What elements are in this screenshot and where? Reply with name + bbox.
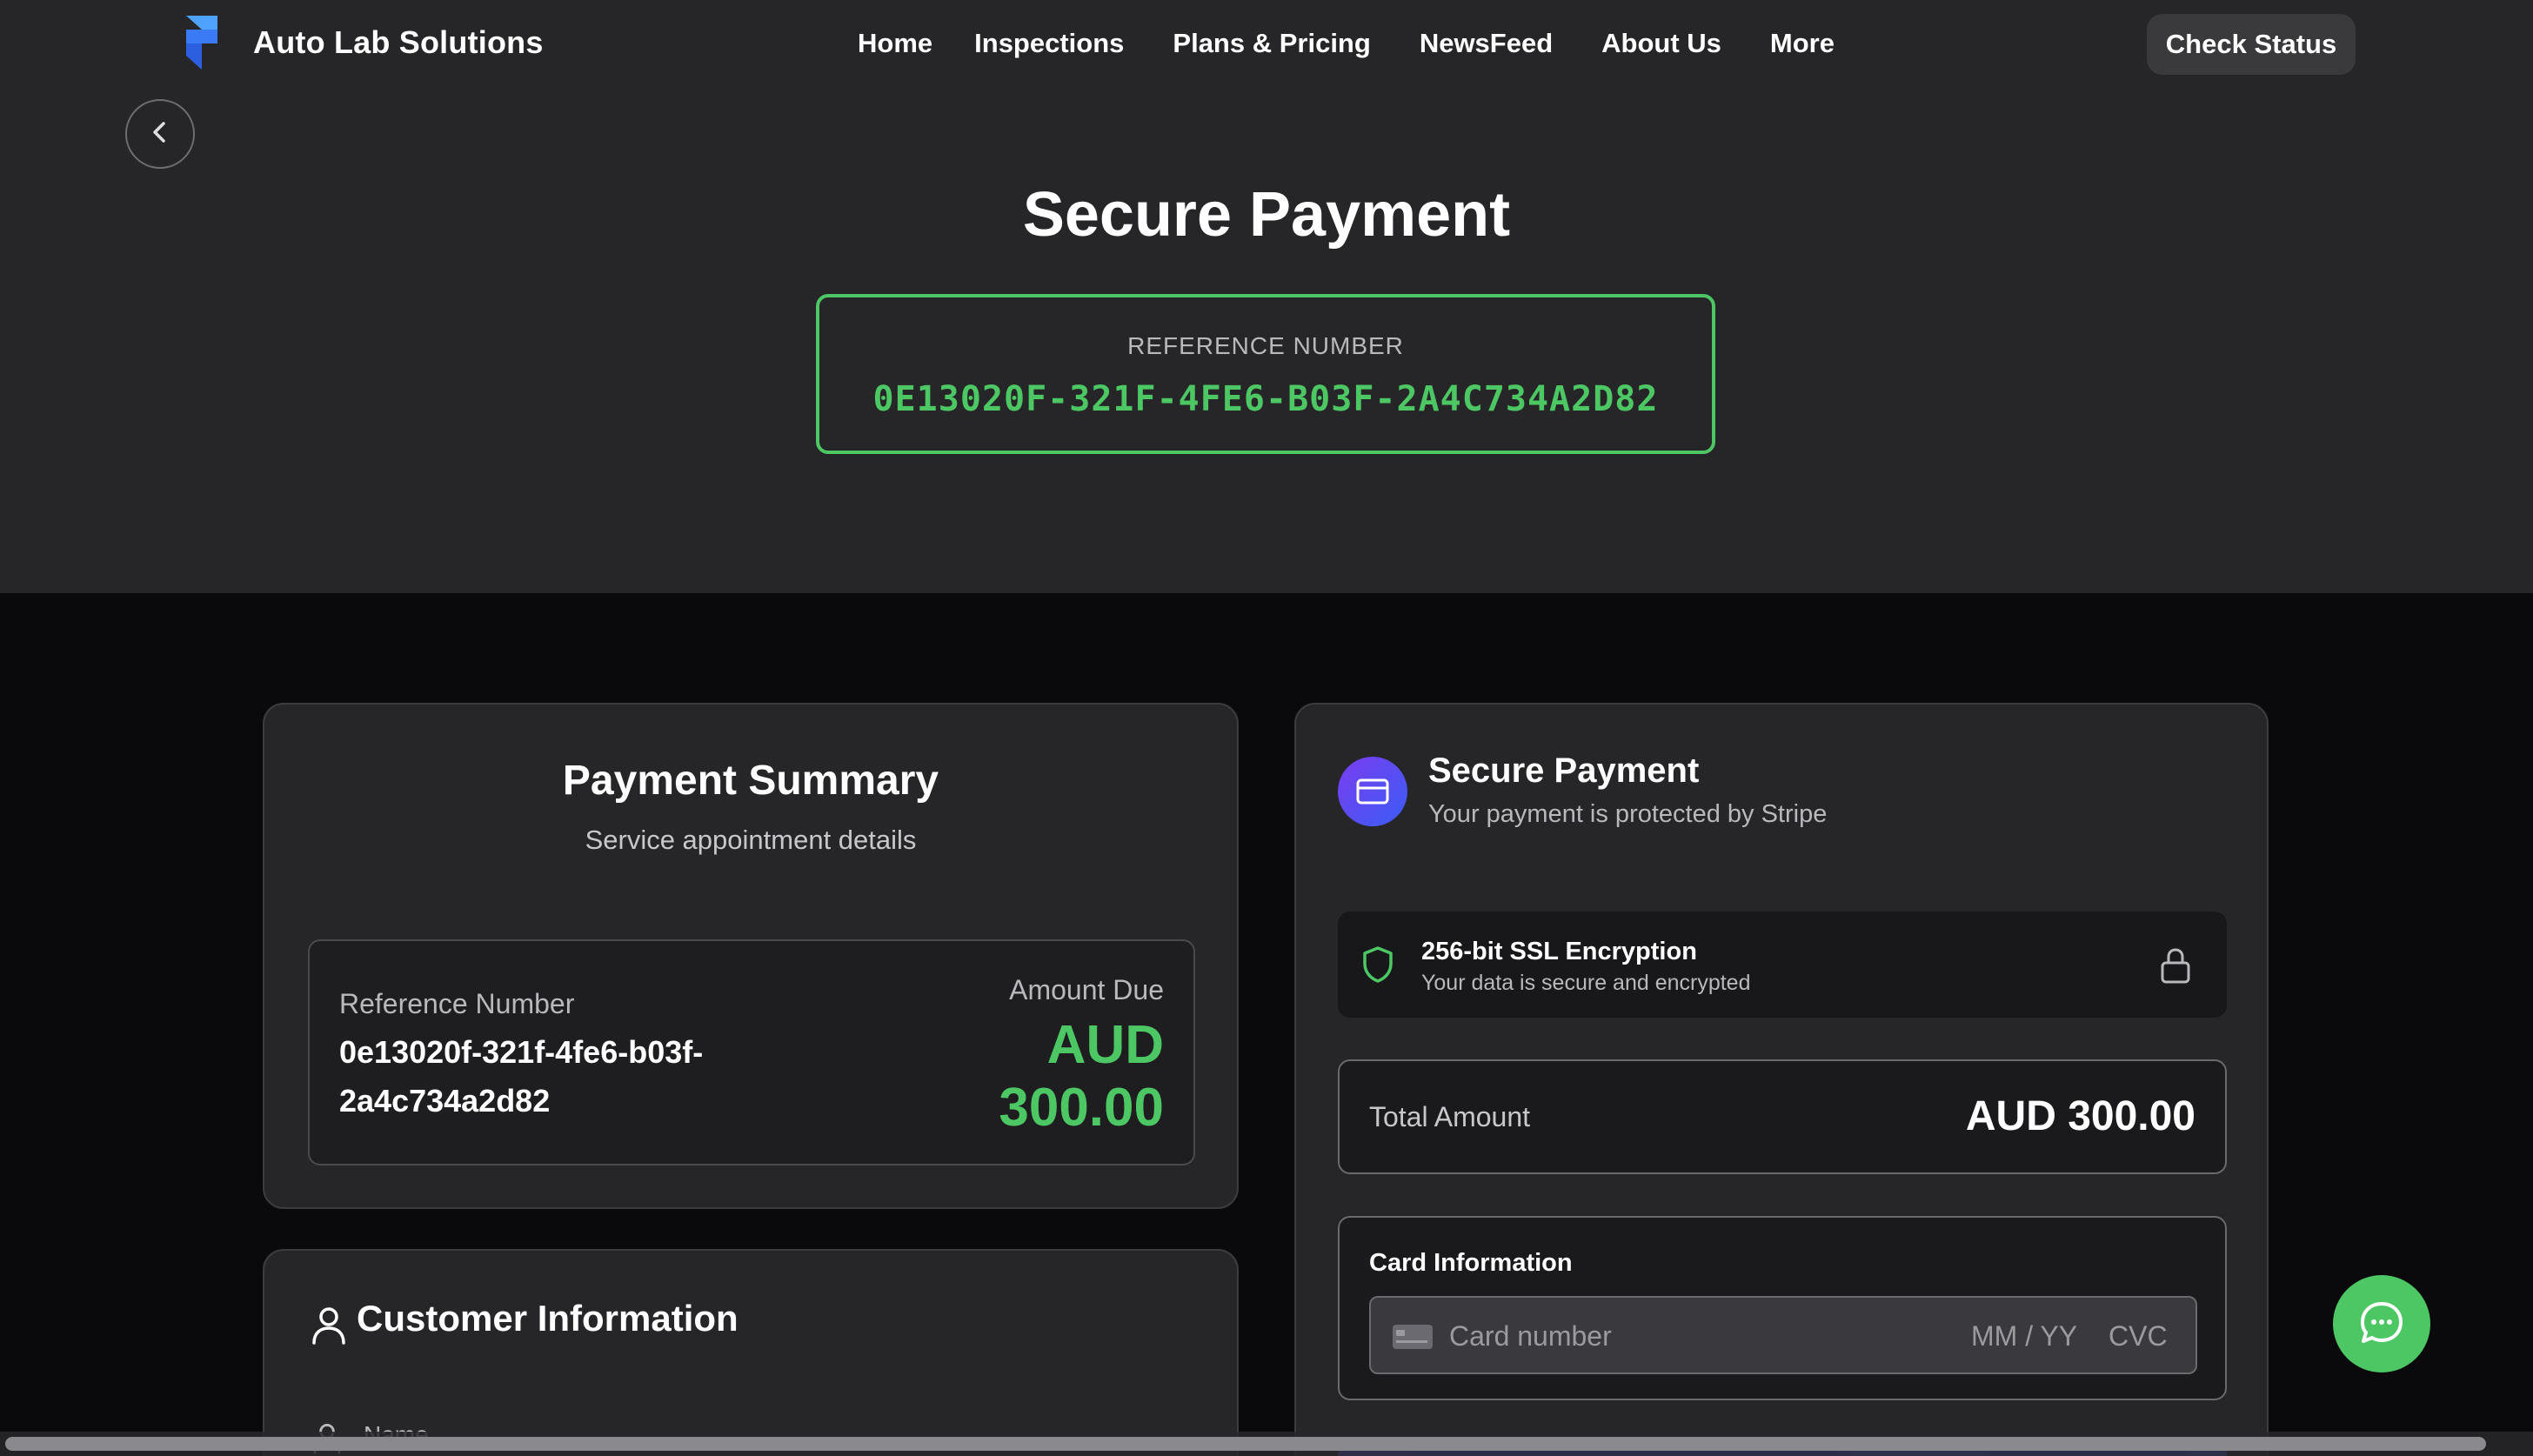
- nav-plans-pricing[interactable]: Plans & Pricing: [1173, 28, 1370, 59]
- summary-title: Payment Summary: [562, 758, 939, 804]
- reference-label: REFERENCE NUMBER: [1127, 332, 1404, 359]
- lock-icon: [2159, 946, 2192, 985]
- chevron-left-icon: [147, 119, 173, 150]
- amount-due-value: AUD 300.00: [903, 1014, 1164, 1139]
- ssl-subtitle: Your data is secure and encrypted: [1421, 971, 1751, 995]
- amount-currency: AUD: [1046, 1015, 1164, 1075]
- back-button[interactable]: [125, 99, 195, 169]
- chat-button[interactable]: [2333, 1275, 2430, 1373]
- reference-value: 0E13020F-321F-4FE6-B03F-2A4C734A2D82: [872, 379, 1659, 419]
- card-information-section: Card Information Card number MM / YY CVC: [1338, 1216, 2227, 1400]
- ssl-title: 256-bit SSL Encryption: [1421, 938, 1697, 965]
- page-title: Secure Payment: [1022, 180, 1511, 250]
- total-amount-row: Total Amount AUD 300.00: [1338, 1059, 2227, 1174]
- customer-title: Customer Information: [357, 1298, 739, 1339]
- expiry-placeholder[interactable]: MM / YY: [1971, 1320, 2077, 1352]
- shield-icon: [1360, 945, 1395, 985]
- amount-due-label: Amount Due: [1009, 974, 1164, 1005]
- brand-name[interactable]: Auto Lab Solutions: [253, 24, 544, 61]
- customer-information-card: Customer Information Name: [263, 1249, 1239, 1456]
- framer-logo-icon[interactable]: [181, 16, 224, 73]
- header-section: Auto Lab Solutions Home Inspections Plan…: [0, 0, 2533, 593]
- user-icon: [310, 1305, 348, 1346]
- card-information-label: Card Information: [1369, 1249, 1573, 1277]
- nav-newsfeed[interactable]: NewsFeed: [1420, 28, 1553, 59]
- reference-box: REFERENCE NUMBER 0E13020F-321F-4FE6-B03F…: [816, 294, 1715, 454]
- nav-about-us[interactable]: About Us: [1601, 28, 1721, 59]
- summary-subtitle: Service appointment details: [585, 825, 917, 855]
- nav-inspections[interactable]: Inspections: [974, 28, 1124, 59]
- main-menu: Home Inspections Plans & Pricing NewsFee…: [858, 28, 1835, 59]
- payment-subtitle: Your payment is protected by Stripe: [1428, 800, 1828, 828]
- summary-details: Reference Number 0e13020f-321f-4fe6-b03f…: [308, 939, 1195, 1165]
- credit-card-icon: [1392, 1324, 1434, 1350]
- secure-payment-card: Secure Payment Your payment is protected…: [1294, 703, 2269, 1456]
- check-status-button[interactable]: Check Status: [2147, 14, 2356, 75]
- card-number-placeholder[interactable]: Card number: [1449, 1320, 1612, 1352]
- amount-number: 300.00: [999, 1078, 1164, 1138]
- total-amount-label: Total Amount: [1369, 1101, 1530, 1132]
- nav-home[interactable]: Home: [858, 28, 932, 59]
- cvc-placeholder[interactable]: CVC: [2109, 1320, 2168, 1352]
- payment-title: Secure Payment: [1428, 751, 1700, 790]
- nav-more[interactable]: More: [1770, 28, 1835, 59]
- card-number-input[interactable]: Card number MM / YY CVC: [1369, 1296, 2197, 1374]
- payment-summary-card: Payment Summary Service appointment deta…: [263, 703, 1239, 1209]
- summary-reference-label: Reference Number: [339, 988, 575, 1019]
- scrollbar-thumb[interactable]: [5, 1437, 2486, 1451]
- horizontal-scrollbar[interactable]: [0, 1432, 2533, 1456]
- credit-card-icon: [1338, 757, 1407, 826]
- chat-bubble-icon: [2354, 1295, 2409, 1353]
- top-nav: Auto Lab Solutions Home Inspections Plan…: [0, 0, 2533, 92]
- summary-reference-value: 0e13020f-321f-4fe6-b03f-2a4c734a2d82: [339, 1034, 704, 1119]
- ssl-encryption-banner: 256-bit SSL Encryption Your data is secu…: [1338, 912, 2227, 1018]
- total-amount-value: AUD 300.00: [1965, 1093, 2195, 1139]
